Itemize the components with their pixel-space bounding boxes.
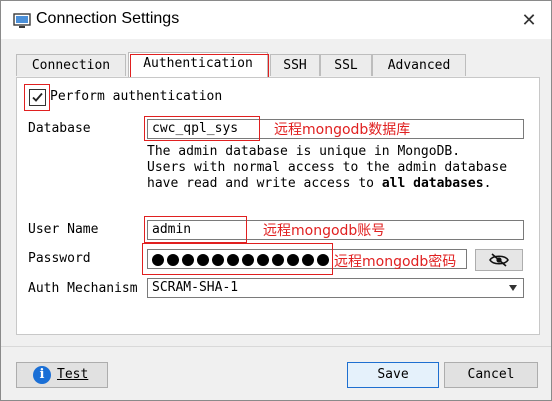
- auth-mechanism-value: SCRAM-SHA-1: [152, 280, 239, 295]
- auth-mechanism-label: Auth Mechanism: [28, 281, 138, 296]
- window-title: Connection Settings: [36, 10, 180, 27]
- cancel-button[interactable]: Cancel: [444, 362, 538, 388]
- test-button[interactable]: i Test: [16, 362, 108, 388]
- connection-settings-dialog: Connection Settings ✕ Connection Authent…: [0, 0, 552, 401]
- note-line-1: The admin database is unique in MongoDB.: [147, 144, 461, 159]
- test-button-label: Test: [57, 367, 89, 382]
- footer-divider: [1, 346, 551, 347]
- user-name-annotation: 远程mongodb账号: [263, 223, 386, 239]
- save-button[interactable]: Save: [347, 362, 439, 388]
- password-highlight: [142, 243, 333, 275]
- password-label: Password: [28, 251, 91, 266]
- database-label: Database: [28, 121, 91, 136]
- user-name-label: User Name: [28, 222, 99, 237]
- note-line-3: have read and write access to all databa…: [147, 176, 492, 191]
- user-name-highlight: [144, 216, 247, 243]
- password-annotation: 远程mongodb密码: [334, 254, 457, 270]
- eye-slash-icon: [489, 253, 509, 267]
- perform-authentication-label: Perform authentication: [50, 89, 223, 104]
- auth-mechanism-select[interactable]: SCRAM-SHA-1: [147, 278, 524, 298]
- title-bar: Connection Settings ✕: [1, 1, 551, 39]
- info-icon: i: [33, 366, 51, 384]
- database-highlight: [144, 116, 260, 141]
- chevron-down-icon: [509, 285, 517, 291]
- tab-advanced[interactable]: Advanced: [372, 54, 466, 76]
- monitor-icon: [13, 13, 31, 28]
- database-annotation: 远程mongodb数据库: [274, 122, 411, 138]
- note-line-2: Users with normal access to the admin da…: [147, 160, 508, 175]
- checkbox-highlight: [24, 84, 50, 111]
- tab-ssh[interactable]: SSH: [270, 54, 320, 76]
- close-icon[interactable]: ✕: [514, 7, 544, 35]
- tab-ssl[interactable]: SSL: [320, 54, 372, 76]
- toggle-password-visibility-button[interactable]: [475, 249, 523, 271]
- tab-connection[interactable]: Connection: [16, 54, 126, 76]
- admin-database-note: The admin database is unique in MongoDB.…: [147, 144, 517, 192]
